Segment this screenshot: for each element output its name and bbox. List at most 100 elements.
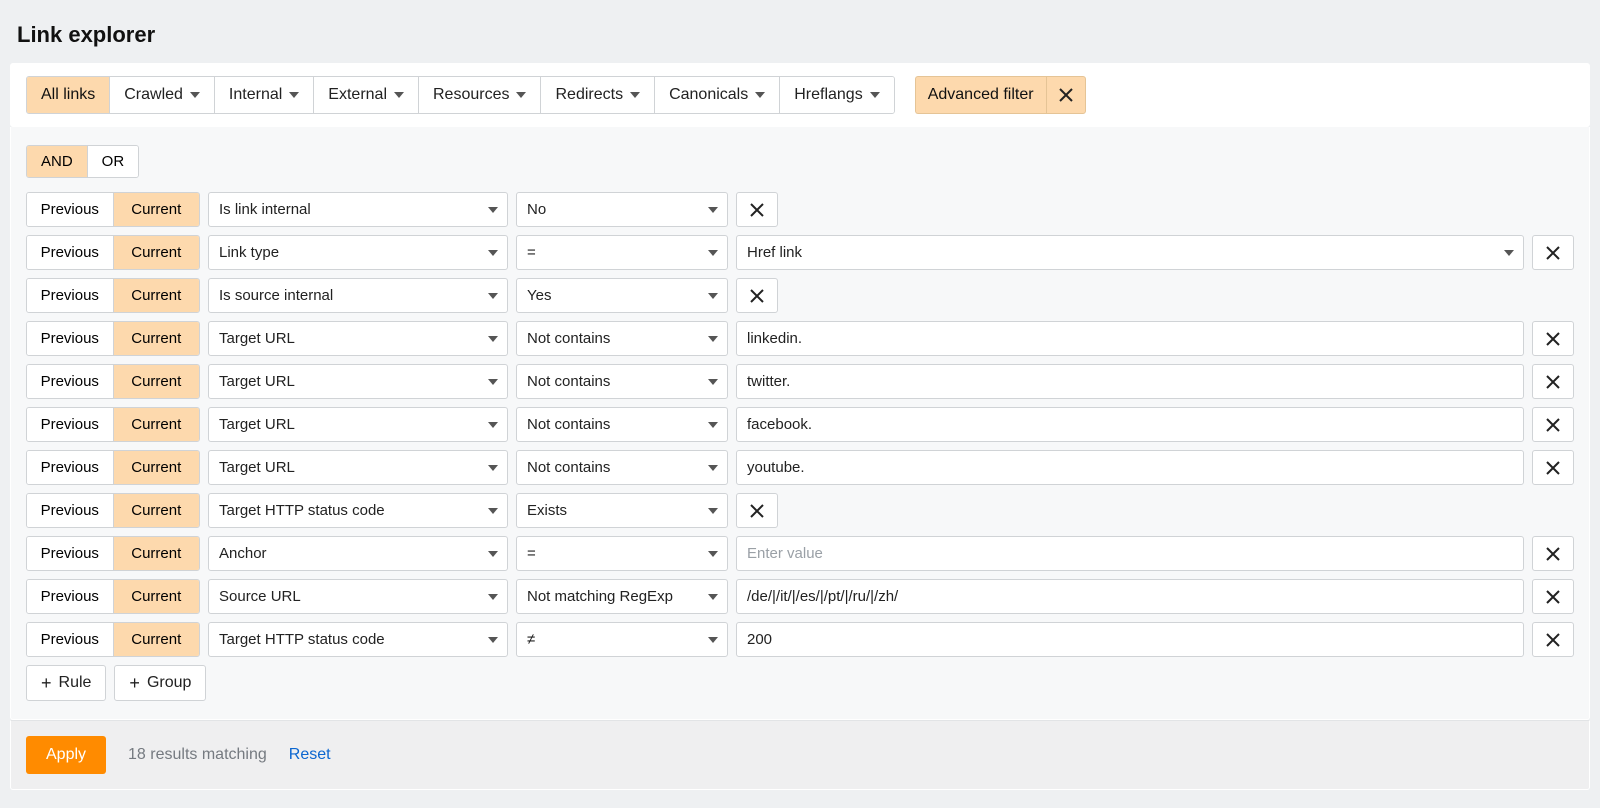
caret-down-icon — [488, 594, 498, 600]
operator-select[interactable]: Not matching RegExp — [516, 579, 728, 614]
close-advanced-filter-button[interactable] — [1046, 76, 1086, 114]
tab-canonicals[interactable]: Canonicals — [655, 77, 780, 113]
remove-rule-button[interactable] — [1532, 536, 1574, 571]
scope-current-button[interactable]: Current — [114, 322, 200, 355]
filter-row: PreviousCurrentTarget URLNot contains — [26, 364, 1574, 399]
scope-current-button[interactable]: Current — [114, 365, 200, 398]
remove-rule-button[interactable] — [1532, 579, 1574, 614]
value-input[interactable] — [736, 579, 1524, 614]
field-select[interactable]: Link type — [208, 235, 508, 270]
operator-select[interactable]: Not contains — [516, 364, 728, 399]
operator-select-label: No — [527, 201, 546, 218]
close-icon — [1546, 590, 1560, 604]
value-select[interactable]: Href link — [736, 235, 1524, 270]
operator-select-label: Not matching RegExp — [527, 588, 673, 605]
logic-or-button[interactable]: OR — [88, 146, 139, 177]
remove-rule-button[interactable] — [736, 192, 778, 227]
scope-previous-button[interactable]: Previous — [27, 451, 114, 484]
operator-select[interactable]: Not contains — [516, 450, 728, 485]
value-input[interactable] — [736, 321, 1524, 356]
scope-previous-button[interactable]: Previous — [27, 623, 114, 656]
scope-current-button[interactable]: Current — [114, 537, 200, 570]
operator-select[interactable]: Yes — [516, 278, 728, 313]
remove-rule-button[interactable] — [1532, 235, 1574, 270]
add-rule-button[interactable]: +Rule — [26, 665, 106, 701]
caret-down-icon — [708, 250, 718, 256]
value-input[interactable] — [736, 364, 1524, 399]
remove-rule-button[interactable] — [736, 493, 778, 528]
apply-button[interactable]: Apply — [26, 736, 106, 774]
tab-external[interactable]: External — [314, 77, 419, 113]
field-select[interactable]: Is link internal — [208, 192, 508, 227]
filter-row: PreviousCurrentTarget URLNot contains — [26, 450, 1574, 485]
close-icon — [1546, 375, 1560, 389]
field-select[interactable]: Target URL — [208, 407, 508, 442]
operator-select[interactable]: = — [516, 235, 728, 270]
scope-current-button[interactable]: Current — [114, 193, 200, 226]
scope-current-button[interactable]: Current — [114, 494, 200, 527]
field-select-label: Target HTTP status code — [219, 631, 385, 648]
caret-down-icon — [870, 92, 880, 98]
scope-previous-button[interactable]: Previous — [27, 365, 114, 398]
scope-current-button[interactable]: Current — [114, 236, 200, 269]
field-select[interactable]: Target URL — [208, 321, 508, 356]
operator-select-label: = — [527, 244, 536, 261]
tab-resources[interactable]: Resources — [419, 77, 541, 113]
field-select[interactable]: Target URL — [208, 364, 508, 399]
operator-select[interactable]: Not contains — [516, 407, 728, 442]
scope-previous-button[interactable]: Previous — [27, 494, 114, 527]
operator-select[interactable]: ≠ — [516, 622, 728, 657]
remove-rule-button[interactable] — [1532, 450, 1574, 485]
operator-select[interactable]: Not contains — [516, 321, 728, 356]
scope-current-button[interactable]: Current — [114, 451, 200, 484]
tab-all-links[interactable]: All links — [27, 77, 110, 113]
scope-previous-button[interactable]: Previous — [27, 537, 114, 570]
remove-rule-button[interactable] — [1532, 364, 1574, 399]
scope-previous-button[interactable]: Previous — [27, 236, 114, 269]
field-select[interactable]: Anchor — [208, 536, 508, 571]
remove-rule-button[interactable] — [736, 278, 778, 313]
scope-previous-button[interactable]: Previous — [27, 279, 114, 312]
caret-down-icon — [708, 551, 718, 557]
add-group-button[interactable]: +Group — [114, 665, 206, 701]
field-select[interactable]: Target HTTP status code — [208, 622, 508, 657]
field-select-label: Target URL — [219, 330, 295, 347]
value-input[interactable] — [736, 622, 1524, 657]
logic-and-button[interactable]: AND — [27, 146, 88, 177]
caret-down-icon — [708, 637, 718, 643]
filter-row: PreviousCurrentTarget URLNot contains — [26, 407, 1574, 442]
scope-current-button[interactable]: Current — [114, 623, 200, 656]
scope-current-button[interactable]: Current — [114, 408, 200, 441]
scope-previous-button[interactable]: Previous — [27, 408, 114, 441]
scope-toggle: PreviousCurrent — [26, 364, 200, 399]
field-select[interactable]: Source URL — [208, 579, 508, 614]
scope-previous-button[interactable]: Previous — [27, 193, 114, 226]
reset-link[interactable]: Reset — [289, 746, 331, 764]
tab-hreflangs[interactable]: Hreflangs — [780, 77, 893, 113]
scope-current-button[interactable]: Current — [114, 279, 200, 312]
tab-redirects[interactable]: Redirects — [541, 77, 655, 113]
remove-rule-button[interactable] — [1532, 407, 1574, 442]
remove-rule-button[interactable] — [1532, 321, 1574, 356]
tab-crawled[interactable]: Crawled — [110, 77, 215, 113]
operator-select[interactable]: No — [516, 192, 728, 227]
operator-select[interactable]: = — [516, 536, 728, 571]
field-select[interactable]: Is source internal — [208, 278, 508, 313]
tab-label: All links — [41, 86, 95, 104]
tab-label: Crawled — [124, 86, 183, 104]
field-select[interactable]: Target HTTP status code — [208, 493, 508, 528]
scope-current-button[interactable]: Current — [114, 580, 200, 613]
scope-toggle: PreviousCurrent — [26, 493, 200, 528]
value-input[interactable] — [736, 536, 1524, 571]
scope-previous-button[interactable]: Previous — [27, 322, 114, 355]
field-select[interactable]: Target URL — [208, 450, 508, 485]
tab-internal[interactable]: Internal — [215, 77, 314, 113]
scope-previous-button[interactable]: Previous — [27, 580, 114, 613]
remove-rule-button[interactable] — [1532, 622, 1574, 657]
filter-row: PreviousCurrentIs source internalYes — [26, 278, 1574, 313]
operator-select[interactable]: Exists — [516, 493, 728, 528]
value-input[interactable] — [736, 450, 1524, 485]
close-icon — [1546, 461, 1560, 475]
advanced-filter-button[interactable]: Advanced filter — [915, 76, 1046, 114]
value-input[interactable] — [736, 407, 1524, 442]
